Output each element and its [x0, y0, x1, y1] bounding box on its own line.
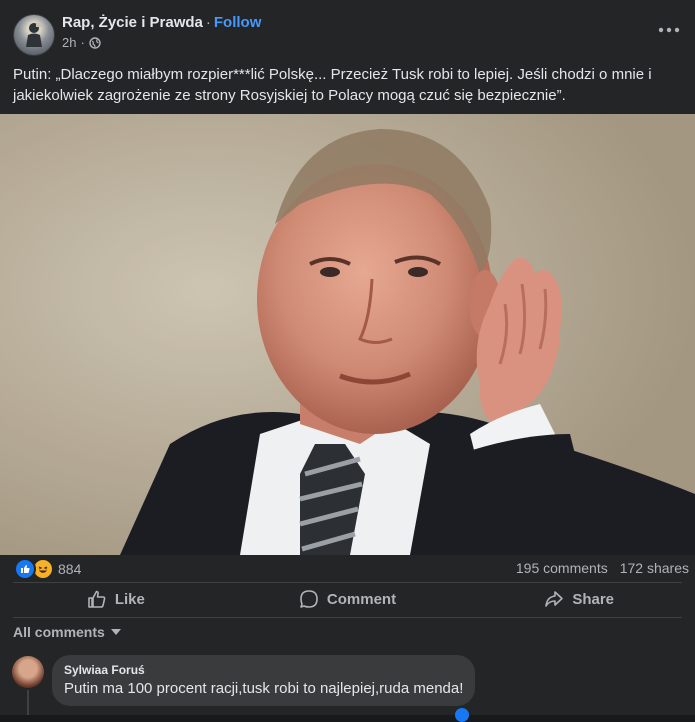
- post-photo[interactable]: [0, 114, 695, 555]
- name-separator: ·: [205, 14, 211, 31]
- page-name-line: Rap, Życie i Prawda · Follow: [62, 14, 261, 31]
- comment-thread-line: [27, 690, 29, 715]
- facebook-post-card: Rap, Życie i Prawda · Follow 2h · Putin: „…: [0, 0, 695, 722]
- like-button[interactable]: Like: [0, 582, 232, 616]
- reaction-summary[interactable]: 884: [14, 558, 81, 580]
- like-reaction-icon: [14, 558, 36, 580]
- like-label: Like: [114, 590, 145, 608]
- commenter-avatar[interactable]: [12, 656, 44, 688]
- chevron-down-icon: [110, 629, 121, 635]
- share-button[interactable]: Share: [463, 582, 695, 616]
- comment-icon: [300, 590, 318, 608]
- page-avatar[interactable]: [13, 14, 55, 56]
- shares-count-link[interactable]: 172 shares: [620, 560, 689, 576]
- comments-count-link[interactable]: 195 comments: [516, 560, 608, 576]
- post-actions-bar: Like Comment Share: [0, 582, 695, 616]
- post-header: Rap, Życie i Prawda · Follow 2h ·: [0, 0, 695, 62]
- share-icon: [545, 591, 564, 607]
- post-meta: 2h ·: [62, 35, 101, 50]
- page-name-link[interactable]: Rap, Życie i Prawda: [62, 14, 203, 31]
- post-timestamp[interactable]: 2h: [62, 35, 76, 50]
- engagement-counts: 195 comments 172 shares: [516, 560, 689, 576]
- like-icon: [88, 590, 106, 608]
- comments-filter-dropdown[interactable]: All comments: [13, 624, 121, 640]
- more-options-icon[interactable]: [657, 22, 681, 38]
- comment-author[interactable]: Sylwiaa Foruś: [64, 663, 463, 677]
- reaction-count: 884: [58, 561, 82, 577]
- divider-bottom: [13, 617, 682, 618]
- comment-bubble: Sylwiaa Foruś Putin ma 100 procent racji…: [52, 655, 476, 706]
- follow-button[interactable]: Follow: [214, 14, 262, 31]
- comments-filter-label: All comments: [13, 624, 105, 640]
- comment-label: Comment: [326, 590, 397, 608]
- avatar-figure-icon: [26, 23, 42, 47]
- comment-button[interactable]: Comment: [232, 582, 464, 616]
- globe-icon[interactable]: [89, 36, 101, 49]
- post-caption: Putin: „Dlaczego miałbym rozpier***lić P…: [13, 66, 652, 104]
- comment-text: Putin ma 100 procent racji,tusk robi to …: [64, 680, 464, 697]
- meta-separator: ·: [80, 35, 85, 50]
- comment-reaction-badge-icon: [455, 708, 469, 722]
- portrait-illustration: [0, 114, 695, 555]
- share-label: Share: [572, 590, 615, 608]
